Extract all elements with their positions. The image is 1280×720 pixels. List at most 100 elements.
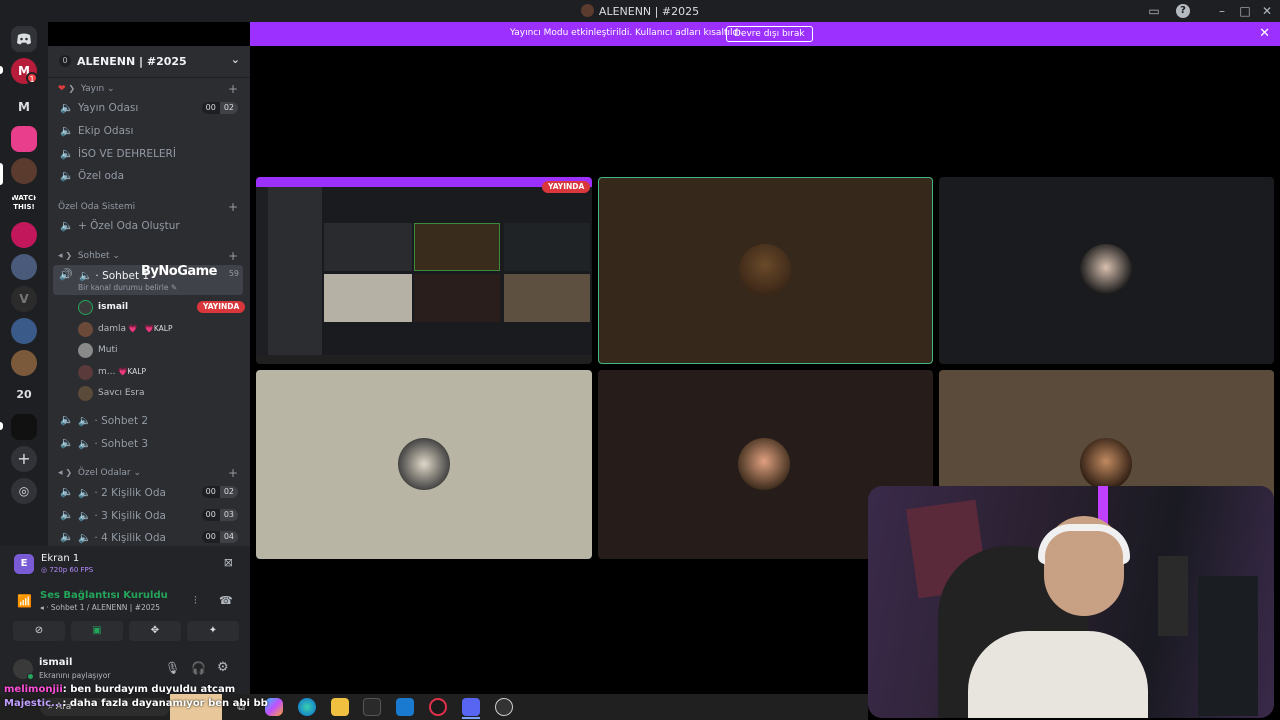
file-explorer-icon[interactable] [331,698,349,716]
server-icon-v[interactable]: V [11,286,37,312]
channel-ekip-odasi[interactable]: 🔈 Ekip Odası [58,121,242,141]
streamer-webcam-overlay [868,486,1274,718]
category-sohbet[interactable]: ◂ ❯ Sohbet ⌄ + [58,249,238,263]
discover-icon[interactable]: ◎ [11,478,37,504]
stop-share-icon[interactable]: ⊠ [224,556,233,569]
obs-icon[interactable] [495,698,513,716]
discord-home-icon[interactable] [11,26,37,52]
maximize-icon[interactable]: □ [1237,3,1253,19]
channel-label-text: 3 Kişilik Oda [101,510,166,522]
add-channel-icon[interactable]: + [228,249,238,263]
channel-iso[interactable]: 🔈 İSO VE DEHRELERİ [58,144,242,164]
heart-icon: 💗 [128,324,138,333]
channel-label-text: Özel Oda Oluştur [90,220,180,232]
stream-tile[interactable]: YAYINDA [256,177,592,364]
category-yayin[interactable]: ❤ ❯ Yayın ⌄ + [58,82,238,96]
screen-title: Ekran 1 [41,553,80,564]
server-icon-20[interactable]: 20 [11,382,37,408]
headphones-icon[interactable]: 🎧 [191,661,206,675]
server-icon-alenenn[interactable] [11,158,37,184]
screen-share-card: E Ekran 1 ◎ 720p 60 FPS ⊠ [5,546,245,582]
user-name: Savcı Esra [98,388,145,398]
opera-icon[interactable] [429,698,447,716]
speaker-icon: 🔈 [60,485,74,498]
gear-icon[interactable]: ⚙ [217,660,229,675]
channel-4-kisilik[interactable]: 🔈 🔈 · 4 Kişilik Oda 00 04 [58,527,242,547]
voice-channel-text: Sohbet 1 / ALENENN | #2025 [50,603,161,612]
channel-status-hint[interactable]: Bir kanal durumu belirle ✎ [78,283,177,292]
video-tile-speaking[interactable] [598,177,933,364]
user-count: 00 04 [201,531,238,543]
unread-badge: 1 [26,72,38,84]
soundboard-button[interactable]: ✦ [187,621,239,641]
avatar [78,300,93,315]
channel-ozel-oda[interactable]: 🔈 Özel oda [58,166,242,186]
online-status-icon [27,673,34,680]
unread-pill-2 [0,422,3,430]
camera-off-button[interactable]: ⊘ [13,621,65,641]
server-icon-tiktok[interactable] [11,414,37,440]
video-tile[interactable] [256,370,592,559]
server-icon-m[interactable]: M [11,94,37,120]
add-channel-icon[interactable]: + [228,200,238,214]
microphone-icon[interactable]: 🎙 [165,661,180,675]
watch-this-label: WATCH THIS! [11,194,37,211]
close-window-icon[interactable]: ✕ [1259,3,1275,19]
video-tile[interactable] [939,177,1274,364]
screen-share-button[interactable]: ▣ [71,621,123,641]
channel-label-text: 2 Kişilik Oda [101,487,166,499]
channel-yayin-odasi[interactable]: 🔈 Yayın Odası 00 02 [58,98,242,118]
banner-close-icon[interactable]: ✕ [1259,26,1270,41]
channel-count: 59 [228,269,239,278]
server-icon-anime[interactable] [11,222,37,248]
avatar [78,386,93,401]
participant-avatar [1080,438,1132,490]
disconnect-icon[interactable]: ☎ [219,594,233,607]
voice-status-title: Ses Bağlantısı Kuruldu [40,590,168,601]
speaker-icon: 🔈 [60,530,74,543]
channel-label-text: Sohbet 3 [101,438,149,450]
inbox-icon[interactable]: ▭ [1146,3,1162,19]
guild-header[interactable]: 0 ALENENN | #2025 ⌄ [48,46,250,78]
stream-preview-sidebar [268,187,322,364]
channel-create-room[interactable]: 🔈 + Özel Oda Oluştur [58,216,242,236]
store-icon[interactable] [363,698,381,716]
activities-button[interactable]: ✥ [129,621,181,641]
add-channel-icon[interactable]: + [228,82,238,96]
user-status: Ekranını paylaşıyor [39,671,111,680]
category-ozel-oda-sistemi[interactable]: Özel Oda Sistemi + [58,200,238,214]
server-20-label: 20 [16,388,32,401]
channel-sohbet-3[interactable]: 🔈 🔈 · Sohbet 3 [58,433,242,453]
category-label: Özel Oda Sistemi [58,202,136,212]
edge-icon[interactable] [298,698,316,716]
server-icon-photo[interactable] [11,350,37,376]
server-icon-club[interactable] [11,126,37,152]
signal-icon: 📶 [17,594,32,608]
microphone-arm [1158,556,1188,636]
channel-3-kisilik[interactable]: 🔈 🔈 · 3 Kişilik Oda 00 03 [58,505,242,525]
server-icon-watch-this[interactable]: WATCH THIS! [11,190,37,216]
server-m-label: M [18,100,30,114]
speaker-small-icon: 🔈 · [78,532,98,544]
minimize-icon[interactable]: – [1214,3,1230,19]
channel-2-kisilik[interactable]: 🔈 🔈 · 2 Kişilik Oda 00 02 [58,482,242,502]
noise-suppression-icon[interactable]: ⫶ [194,594,197,608]
voice-status-card: 📶 Ses Bağlantısı Kuruldu ◂ · Sohbet 1 / … [5,583,245,645]
server-icon-avatar[interactable] [11,254,37,280]
category-ozel-odalar[interactable]: ◂ ❯ Özel Odalar ⌄ + [58,466,238,480]
streamer-mode-banner: Yayıncı Modu etkinleştirildi. Kullanıcı … [250,22,1280,46]
help-icon[interactable]: ? [1176,4,1190,18]
channel-sohbet-2[interactable]: 🔈 🔈 · Sohbet 2 [58,410,242,430]
mail-icon[interactable] [396,698,414,716]
live-badge: YAYINDA [542,181,591,193]
add-server-icon[interactable]: + [11,446,37,472]
channel-sohbet-1[interactable]: 🔊 🔈 · Sohbet 1 Bir kanal durumu belirle … [53,264,243,295]
disable-streamer-mode-button[interactable]: Devre dışı bırak [726,26,813,42]
server-icon-blue[interactable] [11,318,37,344]
add-channel-icon[interactable]: + [228,466,238,480]
title-bar: ALENENN | #2025 ▭ ? – □ ✕ [0,0,1280,22]
voice-channel-path[interactable]: ◂ · Sohbet 1 / ALENENN | #2025 [40,603,160,612]
user-name: Muti [98,345,118,355]
guild-counter: 0 [59,55,71,67]
discord-taskbar-icon[interactable] [462,698,480,716]
